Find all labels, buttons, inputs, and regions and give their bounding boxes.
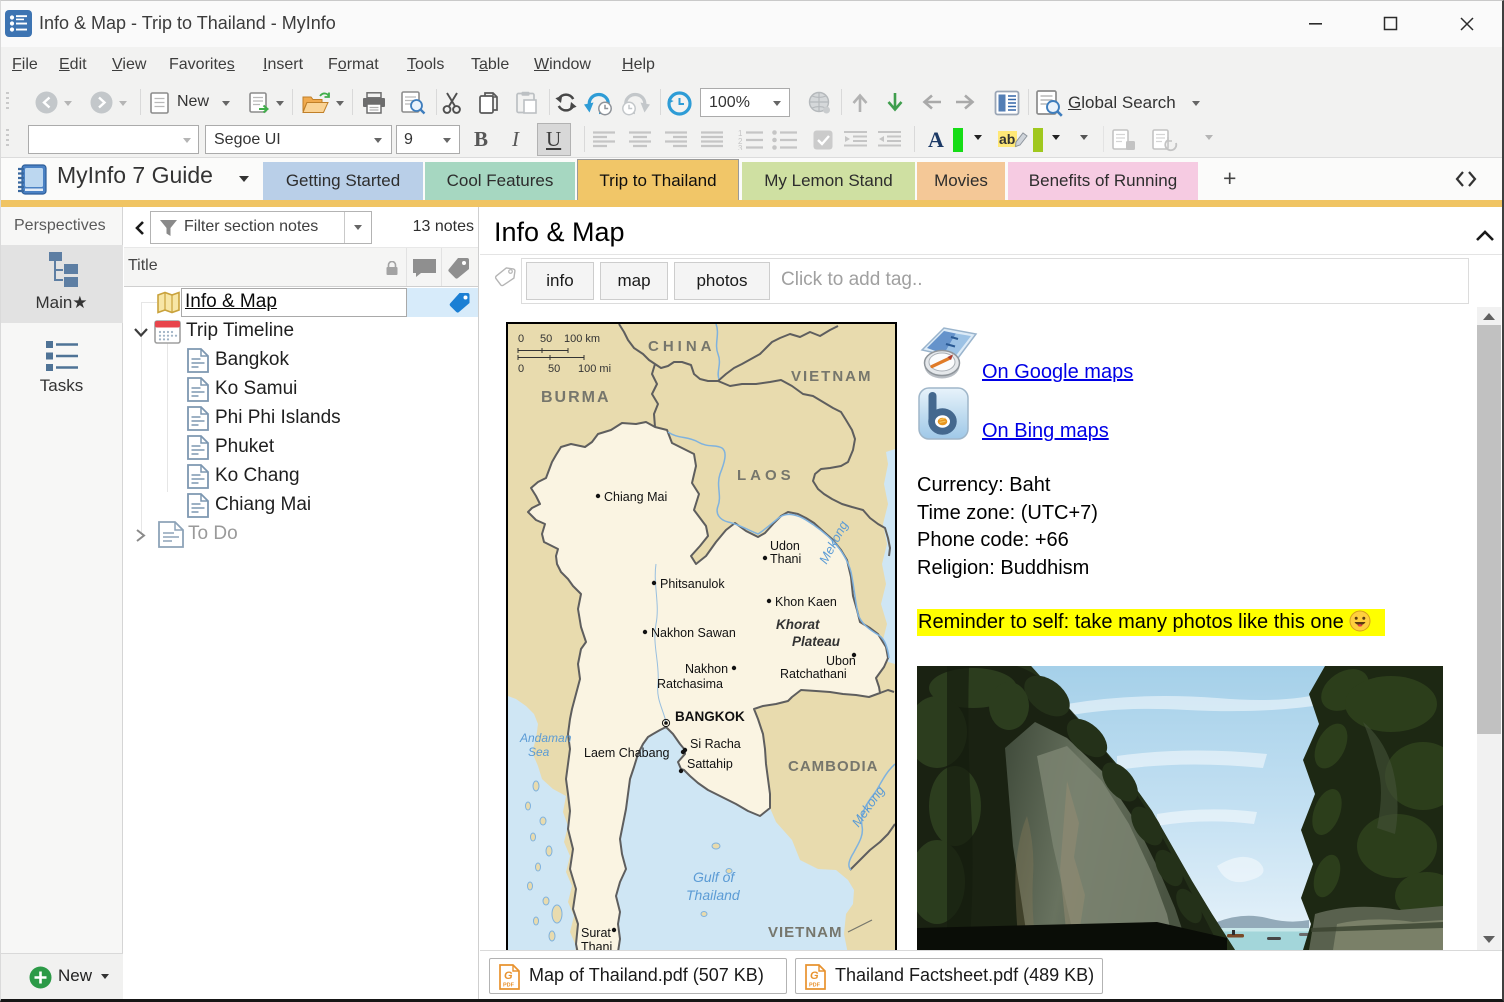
svg-text:Gulf of: Gulf of bbox=[693, 869, 736, 885]
svg-text:CHINA: CHINA bbox=[648, 338, 716, 355]
svg-text:50: 50 bbox=[540, 333, 552, 345]
svg-text:LAOS: LAOS bbox=[737, 467, 795, 484]
svg-text:G: G bbox=[810, 970, 819, 982]
svg-text:Thailand: Thailand bbox=[686, 887, 741, 903]
svg-text:Thani: Thani bbox=[581, 940, 612, 950]
svg-text:Chiang Mai: Chiang Mai bbox=[604, 490, 667, 504]
svg-text:Nakhon Sawan: Nakhon Sawan bbox=[651, 626, 736, 640]
svg-text:Sattahip: Sattahip bbox=[687, 757, 733, 771]
svg-text:VIETNAM: VIETNAM bbox=[791, 368, 873, 385]
svg-text:CAMBODIA: CAMBODIA bbox=[788, 758, 879, 775]
svg-text:Ubon: Ubon bbox=[826, 654, 856, 668]
svg-text:Thani: Thani bbox=[770, 552, 801, 566]
svg-text:BANGKOK: BANGKOK bbox=[675, 709, 745, 724]
svg-text:Khorat: Khorat bbox=[776, 617, 820, 632]
svg-text:PDF: PDF bbox=[503, 983, 515, 989]
svg-text:100 mi: 100 mi bbox=[578, 363, 611, 375]
svg-text:Ratchasima: Ratchasima bbox=[657, 677, 723, 691]
svg-text:3: 3 bbox=[738, 144, 743, 150]
svg-text:Plateau: Plateau bbox=[792, 634, 841, 649]
svg-text:VIETNAM: VIETNAM bbox=[768, 924, 843, 941]
svg-text:Andaman: Andaman bbox=[519, 731, 572, 745]
svg-text:Surat: Surat bbox=[581, 926, 611, 940]
svg-text:Laem Chabang: Laem Chabang bbox=[584, 746, 670, 760]
svg-text:50: 50 bbox=[548, 363, 560, 375]
svg-text:BURMA: BURMA bbox=[541, 389, 611, 406]
svg-text:0: 0 bbox=[518, 333, 524, 345]
svg-text:PDF: PDF bbox=[809, 983, 821, 989]
svg-text:ab: ab bbox=[999, 131, 1015, 147]
svg-text:Nakhon: Nakhon bbox=[685, 662, 728, 676]
svg-text:G: G bbox=[504, 970, 513, 982]
svg-text:0: 0 bbox=[518, 363, 524, 375]
svg-text:100 km: 100 km bbox=[564, 333, 600, 345]
svg-text:Phitsanulok: Phitsanulok bbox=[660, 577, 725, 591]
svg-text:Udon: Udon bbox=[770, 539, 800, 553]
svg-text:Si Racha: Si Racha bbox=[690, 737, 741, 751]
svg-text:Ratchathani: Ratchathani bbox=[780, 667, 847, 681]
svg-text:Khon Kaen: Khon Kaen bbox=[775, 595, 837, 609]
svg-text:Sea: Sea bbox=[528, 745, 550, 759]
